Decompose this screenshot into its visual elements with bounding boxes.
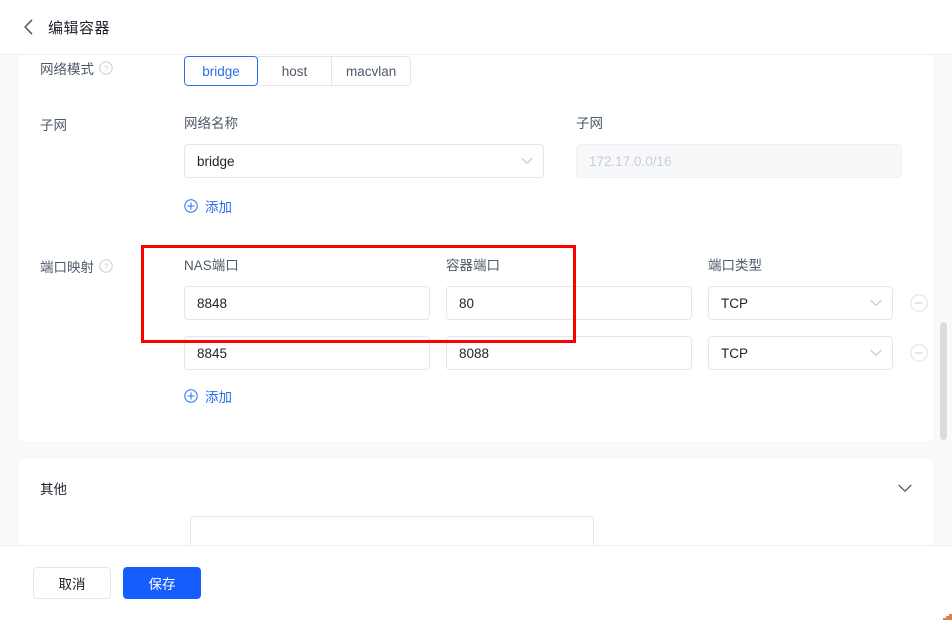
other-section-title: 其他 bbox=[40, 482, 67, 497]
form-footer: 取消 保存 bbox=[0, 545, 952, 620]
network-name-col: 网络名称 bridge bbox=[184, 112, 544, 178]
chevron-down-icon bbox=[870, 299, 882, 307]
svg-text:?: ? bbox=[104, 64, 109, 73]
add-network-button[interactable]: 添加 bbox=[184, 196, 232, 216]
network-mode-tab-host[interactable]: host bbox=[258, 56, 332, 86]
port-mapping-label-wrap: 端口映射 ? bbox=[40, 254, 184, 276]
port-type-value: TCP bbox=[721, 345, 748, 361]
chevron-down-icon[interactable] bbox=[898, 484, 912, 493]
save-button[interactable]: 保存 bbox=[123, 567, 201, 599]
port-mapping-header: NAS端口 容器端口 端口类型 bbox=[184, 254, 939, 274]
plus-circle-icon bbox=[184, 199, 198, 213]
subnet-input: 172.17.0.0/16 bbox=[576, 144, 902, 178]
subnet-col: 子网 172.17.0.0/16 bbox=[576, 112, 934, 178]
vertical-scrollbar[interactable] bbox=[939, 55, 949, 545]
port-mapping-content: NAS端口 容器端口 端口类型 8848 80 TCP 8845 8088 TC… bbox=[184, 254, 939, 438]
container-port-input[interactable]: 8088 bbox=[446, 336, 692, 370]
remove-port-button[interactable] bbox=[909, 293, 929, 313]
network-mode-tabgroup: bridge host macvlan bbox=[184, 56, 412, 86]
subnet-row: 子网 网络名称 bridge 子网 172.17.0.0/16 添加 bbox=[18, 112, 934, 254]
network-mode-row: 网络模式 ? bridge host macvlan bbox=[18, 56, 934, 112]
form-scroll-area[interactable]: 网络模式 ? bridge host macvlan 子网 网络名称 bridg… bbox=[0, 55, 952, 545]
port-type-value: TCP bbox=[721, 295, 748, 311]
network-mode-content: bridge host macvlan bbox=[184, 56, 934, 86]
container-port-input[interactable]: 80 bbox=[446, 286, 692, 320]
network-mode-label: 网络模式 bbox=[40, 62, 94, 77]
scrollbar-thumb[interactable] bbox=[940, 322, 947, 440]
other-section-card: 其他 bbox=[17, 457, 935, 545]
chevron-down-icon bbox=[870, 349, 882, 357]
network-name-select[interactable]: bridge bbox=[184, 144, 544, 178]
port-type-col-label: 端口类型 bbox=[708, 258, 762, 273]
network-settings-card: 网络模式 ? bridge host macvlan 子网 网络名称 bridg… bbox=[17, 55, 935, 443]
chevron-left-icon bbox=[23, 19, 32, 35]
subnet-row-label-wrap: 子网 bbox=[40, 112, 184, 134]
other-section-toggle[interactable]: 其他 bbox=[18, 458, 934, 516]
svg-text:?: ? bbox=[104, 262, 109, 271]
other-section-field[interactable] bbox=[190, 516, 594, 545]
network-name-value: bridge bbox=[197, 153, 235, 169]
add-network-label: 添加 bbox=[205, 200, 232, 215]
add-port-label: 添加 bbox=[205, 390, 232, 405]
add-port-button[interactable]: 添加 bbox=[184, 386, 232, 406]
edit-container-page: 编辑容器 网络模式 ? bridge host macvlan 子网 网络名称 … bbox=[0, 0, 952, 620]
page-title: 编辑容器 bbox=[48, 19, 111, 37]
network-mode-tab-bridge[interactable]: bridge bbox=[184, 56, 258, 86]
port-mapping-label: 端口映射 bbox=[40, 260, 94, 275]
minus-circle-icon bbox=[910, 294, 928, 312]
port-mapping-row-item: 8845 8088 TCP bbox=[184, 336, 939, 370]
port-mapping-row-item: 8848 80 TCP bbox=[184, 286, 939, 320]
network-mode-tab-macvlan[interactable]: macvlan bbox=[332, 56, 412, 86]
plus-circle-icon bbox=[184, 389, 198, 403]
question-circle-icon[interactable]: ? bbox=[99, 259, 113, 273]
subnet-row-label: 子网 bbox=[40, 118, 67, 133]
port-mapping-row: 端口映射 ? NAS端口 容器端口 端口类型 8848 80 TCP 8845 … bbox=[18, 254, 934, 442]
network-name-label: 网络名称 bbox=[184, 116, 238, 131]
back-button[interactable] bbox=[18, 17, 38, 37]
nas-port-input[interactable]: 8845 bbox=[184, 336, 430, 370]
minus-circle-icon bbox=[910, 344, 928, 362]
nas-port-col-label: NAS端口 bbox=[184, 258, 239, 273]
container-port-col-label: 容器端口 bbox=[446, 258, 500, 273]
other-section-body bbox=[18, 516, 934, 545]
chevron-down-icon bbox=[521, 157, 533, 165]
subnet-grid: 网络名称 bridge 子网 172.17.0.0/16 bbox=[184, 112, 934, 178]
remove-port-button[interactable] bbox=[909, 343, 929, 363]
page-header: 编辑容器 bbox=[0, 0, 952, 55]
port-type-select[interactable]: TCP bbox=[708, 336, 893, 370]
subnet-field-label: 子网 bbox=[576, 116, 603, 131]
network-mode-label-wrap: 网络模式 ? bbox=[40, 56, 184, 78]
subnet-row-content: 网络名称 bridge 子网 172.17.0.0/16 添加 bbox=[184, 112, 934, 244]
port-type-select[interactable]: TCP bbox=[708, 286, 893, 320]
question-circle-icon[interactable]: ? bbox=[99, 61, 113, 75]
nas-port-input[interactable]: 8848 bbox=[184, 286, 430, 320]
cancel-button[interactable]: 取消 bbox=[33, 567, 111, 599]
